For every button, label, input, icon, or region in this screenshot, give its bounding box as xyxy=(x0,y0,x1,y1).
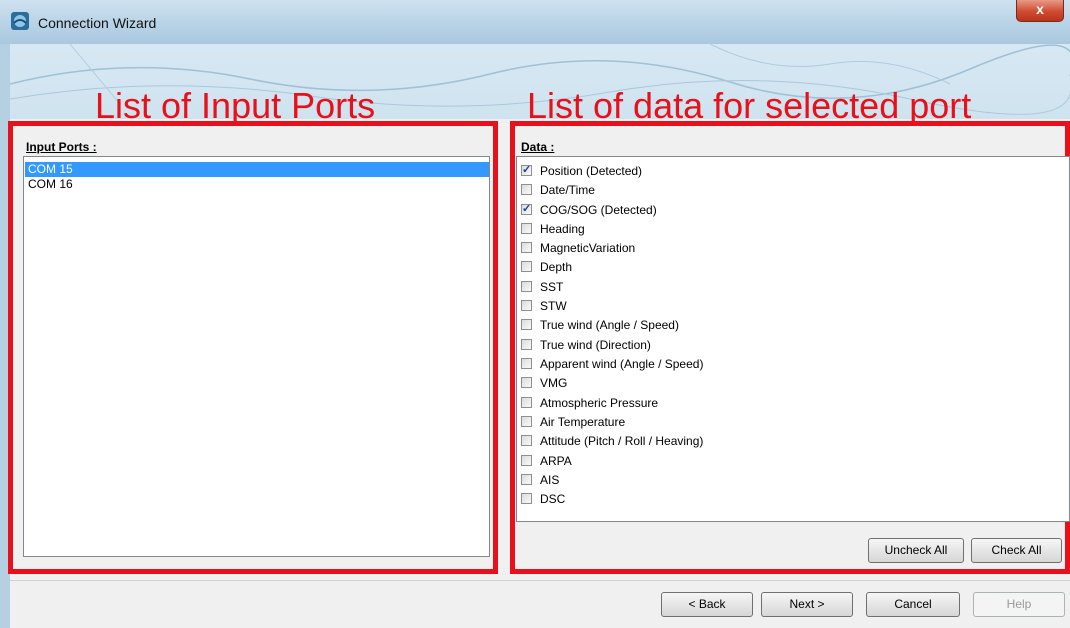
checkbox[interactable] xyxy=(521,358,532,369)
data-item-magnetic-variation[interactable]: MagneticVariation xyxy=(521,238,635,257)
data-item-stw[interactable]: STW xyxy=(521,296,567,315)
check-all-button[interactable]: Check All xyxy=(971,538,1062,563)
data-item-label: Depth xyxy=(540,259,573,274)
data-item-atmospheric-pressure[interactable]: Atmospheric Pressure xyxy=(521,393,658,412)
data-item-attitude[interactable]: Attitude (Pitch / Roll / Heaving) xyxy=(521,431,703,450)
data-item-true-wind-angle-speed[interactable]: True wind (Angle / Speed) xyxy=(521,315,679,334)
data-item-label: Attitude (Pitch / Roll / Heaving) xyxy=(540,433,704,448)
data-item-label: Atmospheric Pressure xyxy=(540,395,659,410)
checkbox[interactable] xyxy=(521,455,532,466)
back-button[interactable]: < Back xyxy=(661,592,753,617)
data-item-label: STW xyxy=(540,298,567,313)
checkbox[interactable] xyxy=(521,261,532,272)
checkbox[interactable] xyxy=(521,339,532,350)
data-label: Data : xyxy=(521,140,555,154)
checkbox[interactable] xyxy=(521,377,532,388)
checkbox[interactable] xyxy=(521,493,532,504)
data-item-label: SST xyxy=(540,279,564,294)
data-item-label: True wind (Direction) xyxy=(540,337,651,352)
window-title: Connection Wizard xyxy=(38,15,157,31)
data-item-air-temperature[interactable]: Air Temperature xyxy=(521,412,625,431)
data-item-true-wind-direction[interactable]: True wind (Direction) xyxy=(521,335,651,354)
data-item-label: True wind (Angle / Speed) xyxy=(540,317,679,332)
app-icon xyxy=(11,12,29,30)
data-item-label: Position (Detected) xyxy=(540,163,643,178)
data-item-apparent-wind[interactable]: Apparent wind (Angle / Speed) xyxy=(521,354,703,373)
data-item-cog-sog[interactable]: COG/SOG (Detected) xyxy=(521,200,657,219)
data-item-depth[interactable]: Depth xyxy=(521,257,572,276)
cancel-button[interactable]: Cancel xyxy=(866,592,960,617)
data-item-heading[interactable]: Heading xyxy=(521,219,585,238)
port-item-com16[interactable]: COM 16 xyxy=(25,177,489,192)
checkbox[interactable] xyxy=(521,300,532,311)
connection-wizard-window: Connection Wizard x List of Input Ports … xyxy=(0,0,1070,628)
data-item-sst[interactable]: SST xyxy=(521,277,563,296)
uncheck-all-button[interactable]: Uncheck All xyxy=(868,538,964,563)
data-item-label: Date/Time xyxy=(540,182,595,197)
data-item-label: MagneticVariation xyxy=(540,240,636,255)
data-item-label: Apparent wind (Angle / Speed) xyxy=(540,356,704,371)
checkbox[interactable] xyxy=(521,435,532,446)
data-item-dsc[interactable]: DSC xyxy=(521,489,565,508)
input-ports-list[interactable]: COM 15 COM 16 xyxy=(23,156,490,557)
data-item-label: Heading xyxy=(540,221,585,236)
data-item-ais[interactable]: AIS xyxy=(521,470,559,489)
port-item-com15[interactable]: COM 15 xyxy=(25,162,489,177)
checkbox[interactable] xyxy=(521,416,532,427)
checkbox[interactable] xyxy=(521,474,532,485)
checkbox[interactable] xyxy=(521,319,532,330)
checkbox[interactable] xyxy=(521,223,532,234)
checkbox[interactable] xyxy=(521,281,532,292)
data-item-date-time[interactable]: Date/Time xyxy=(521,180,595,199)
checkbox[interactable] xyxy=(521,397,532,408)
data-item-label: AIS xyxy=(540,472,560,487)
data-item-label: COG/SOG (Detected) xyxy=(540,202,657,217)
close-button[interactable]: x xyxy=(1016,0,1064,22)
checkbox[interactable] xyxy=(521,184,532,195)
data-item-label: DSC xyxy=(540,491,566,506)
data-item-label: Air Temperature xyxy=(540,414,626,429)
footer-separator xyxy=(10,580,1070,581)
checkbox-checked[interactable] xyxy=(521,202,532,215)
next-button[interactable]: Next > xyxy=(761,592,853,617)
checkbox-checked[interactable] xyxy=(521,163,532,176)
close-icon: x xyxy=(1036,1,1044,17)
data-item-label: ARPA xyxy=(540,453,572,468)
data-item-vmg[interactable]: VMG xyxy=(521,373,567,392)
data-checklist[interactable]: Position (Detected) Date/Time COG/SOG (D… xyxy=(516,156,1070,522)
data-item-arpa[interactable]: ARPA xyxy=(521,451,572,470)
input-ports-label: Input Ports : xyxy=(26,140,97,154)
checkbox[interactable] xyxy=(521,242,532,253)
help-button[interactable]: Help xyxy=(973,592,1065,617)
title-bar[interactable]: Connection Wizard x xyxy=(0,0,1070,44)
data-item-label: VMG xyxy=(540,375,568,390)
data-item-position[interactable]: Position (Detected) xyxy=(521,161,642,180)
